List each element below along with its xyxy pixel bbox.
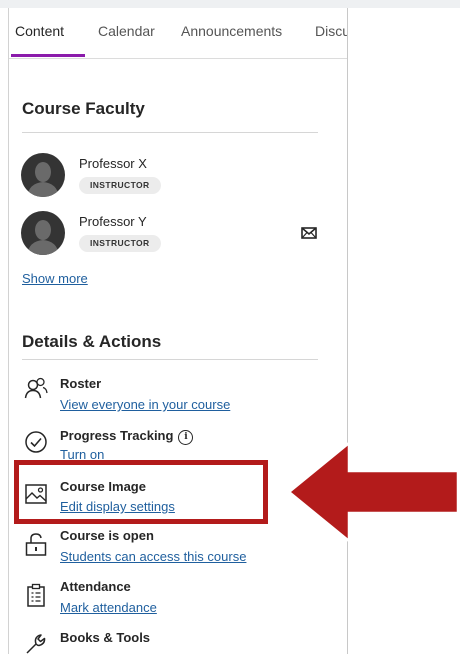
details-actions-heading: Details & Actions (22, 332, 162, 351)
annotation-arrow-icon (287, 441, 460, 543)
roster-link[interactable]: View everyone in your course (60, 397, 230, 412)
course-details-panel: Content Calendar Announcements Discu Cou… (8, 8, 348, 654)
tab-calendar[interactable]: Calendar (98, 23, 155, 39)
faculty-name[interactable]: Professor Y (79, 214, 147, 229)
books-tools-title: Books & Tools (60, 630, 151, 645)
progress-tracking-label: Progress Tracking (60, 428, 174, 443)
clipboard-icon (27, 583, 45, 607)
tab-discussions[interactable]: Discu (315, 23, 347, 39)
show-more-link[interactable]: Show more (22, 271, 88, 286)
roster-title: Roster (60, 376, 102, 391)
annotation-highlight-box (14, 460, 268, 524)
tab-announcements[interactable]: Announcements (181, 23, 282, 39)
progress-check-icon (25, 431, 47, 453)
person-icon (27, 220, 59, 255)
divider (22, 359, 318, 360)
avatar[interactable] (21, 211, 65, 255)
course-open-title: Course is open (60, 528, 154, 543)
role-badge: INSTRUCTOR (79, 177, 161, 194)
avatar[interactable] (21, 153, 65, 197)
roster-icon (24, 377, 48, 399)
role-badge: INSTRUCTOR (79, 235, 161, 252)
tab-content[interactable]: Content (15, 23, 64, 39)
attendance-title: Attendance (60, 579, 131, 594)
unlock-icon (25, 533, 47, 556)
active-tab-indicator (11, 54, 85, 57)
faculty-name[interactable]: Professor X (79, 156, 147, 171)
course-tabs: Content Calendar Announcements Discu (9, 8, 347, 59)
mail-icon[interactable] (301, 227, 317, 239)
wrench-icon (26, 634, 46, 654)
progress-tracking-title: Progress Tracking i (60, 428, 194, 445)
divider (22, 132, 318, 133)
page-background (0, 0, 460, 8)
course-access-link[interactable]: Students can access this course (60, 549, 246, 564)
info-icon[interactable]: i (178, 430, 194, 445)
person-icon (27, 162, 59, 197)
mark-attendance-link[interactable]: Mark attendance (60, 600, 157, 615)
course-faculty-heading: Course Faculty (22, 99, 145, 118)
